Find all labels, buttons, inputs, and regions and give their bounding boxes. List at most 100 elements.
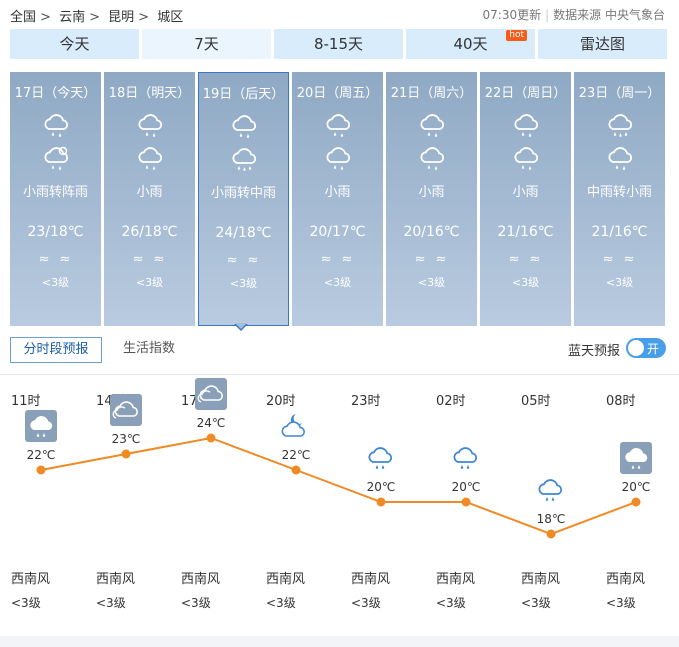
wind-icon: ≈≈ — [508, 252, 551, 267]
light-rain-icon — [386, 110, 477, 138]
wind-level: <3级 — [266, 596, 296, 610]
wind-icon: ≈≈ — [226, 253, 269, 268]
moderate-rain-icon — [199, 144, 288, 172]
hour-temperature: 18℃ — [536, 512, 566, 526]
update-info: 07:30更新 | 数据来源 中央气象台 — [482, 8, 665, 22]
hourly-forecast: 11时22℃西南风<3级14时23℃西南风<3级17时24℃西南风<3级20时2… — [0, 378, 679, 630]
wind-level: <3级 — [606, 596, 636, 610]
seven-day-forecast: 17日（今天） 小雨转阵雨 23/18℃ ≈≈ <3级 18日（明天） 小雨 26/18℃ ≈≈… — [10, 72, 667, 326]
wind-level: <3级 — [605, 276, 634, 289]
day-card[interactable]: 20日（周五） 小雨 20/17℃ ≈≈ <3级 — [292, 72, 383, 326]
night-cloudy-icon — [280, 410, 312, 442]
hour-label: 23时 — [351, 394, 381, 409]
tab-radar[interactable]: 雷达图 — [538, 29, 667, 59]
light-rain-icon — [480, 143, 571, 171]
tab-40-days[interactable]: 40天 hot — [406, 29, 535, 59]
day-label: 17日（今天） — [14, 86, 97, 101]
data-source: 数据来源 中央气象台 — [553, 8, 665, 22]
temperature-range: 21/16℃ — [591, 224, 648, 240]
rain-cloud-icon — [620, 442, 652, 474]
breadcrumb-province[interactable]: 云南 — [59, 10, 85, 25]
weather-description: 中雨转小雨 — [586, 185, 652, 200]
temperature-range: 20/16℃ — [403, 224, 460, 240]
light-rain-icon — [292, 110, 383, 138]
hour-temperature: 20℃ — [621, 480, 651, 494]
light-rain-icon — [386, 143, 477, 171]
wind-level: <3级 — [521, 596, 551, 610]
wind-icon: ≈≈ — [414, 252, 457, 267]
update-time: 07:30更新 — [482, 8, 542, 22]
hot-badge: hot — [506, 30, 527, 41]
hour-temperature: 22℃ — [281, 448, 311, 462]
wind-direction: 西南风 — [606, 572, 646, 587]
breadcrumb-separator: > — [89, 10, 100, 25]
hour-label: 20时 — [266, 394, 296, 409]
wind-level: <3级 — [135, 276, 164, 289]
tab-40-days-label: 40天 — [453, 35, 488, 53]
day-card[interactable]: 22日（周日） 小雨 21/16℃ ≈≈ <3级 — [480, 72, 571, 326]
light-rain-icon — [365, 442, 397, 474]
wind-direction: 西南风 — [436, 572, 476, 587]
light-rain-icon — [535, 474, 567, 506]
tab-hourly-forecast[interactable]: 分时段预报 — [10, 337, 102, 363]
breadcrumb-separator: > — [138, 10, 150, 25]
top-bar: 全国 > 云南 > 昆明 > 城区 07:30更新 | 数据来源 中央气象台 — [0, 0, 679, 28]
day-card[interactable]: 18日（明天） 小雨 26/18℃ ≈≈ <3级 — [104, 72, 195, 326]
wind-direction: 西南风 — [11, 572, 51, 587]
hour-label: 08时 — [606, 394, 636, 409]
wind-level: <3级 — [41, 276, 70, 289]
tab-8-15-days[interactable]: 8-15天 — [274, 29, 403, 59]
blue-sky-toggle[interactable]: 开 — [626, 338, 666, 358]
light-rain-icon — [574, 143, 665, 171]
hour-label: 02时 — [436, 394, 466, 409]
hour-label: 11时 — [11, 394, 41, 409]
wind-direction: 西南风 — [351, 572, 391, 587]
bottom-band — [0, 636, 679, 647]
moderate-rain-icon — [574, 110, 665, 138]
temperature-range: 21/16℃ — [497, 224, 554, 240]
light-rain-icon — [104, 110, 195, 138]
wind-direction: 西南风 — [181, 572, 221, 587]
overcast-icon — [110, 394, 142, 426]
wind-icon: ≈≈ — [320, 252, 363, 267]
wind-direction: 西南风 — [521, 572, 561, 587]
light-rain-icon — [450, 442, 482, 474]
weather-description: 小雨 — [418, 185, 445, 200]
day-card[interactable]: 23日（周一） 中雨转小雨 21/16℃ ≈≈ <3级 — [574, 72, 665, 326]
wind-level: <3级 — [511, 276, 540, 289]
forecast-tabs: 今天 7天 8-15天 40天 hot 雷达图 — [10, 29, 667, 59]
hour-temperature: 24℃ — [196, 416, 226, 430]
weather-description: 小雨 — [324, 185, 351, 200]
breadcrumb-city[interactable]: 昆明 — [108, 10, 134, 25]
light-rain-icon — [480, 110, 571, 138]
day-card[interactable]: 17日（今天） 小雨转阵雨 23/18℃ ≈≈ <3级 — [10, 72, 101, 326]
day-label: 19日（后天） — [202, 87, 285, 102]
wind-icon: ≈≈ — [602, 252, 645, 267]
hour-temperature: 23℃ — [111, 432, 141, 446]
day-label: 18日（明天） — [108, 86, 191, 101]
day-label: 21日（周六） — [390, 86, 473, 101]
light-rain-icon — [199, 111, 288, 139]
tab-life-index[interactable]: 生活指数 — [123, 337, 175, 361]
blue-sky-forecast-label: 蓝天预报 — [568, 344, 621, 359]
wind-level: <3级 — [96, 596, 126, 610]
day-label: 20日（周五） — [296, 86, 379, 101]
rain-cloud-icon — [25, 410, 57, 442]
breadcrumb-country[interactable]: 全国 — [10, 10, 36, 25]
tab-7-days[interactable]: 7天 — [142, 29, 271, 59]
breadcrumb-separator: > — [40, 10, 51, 25]
weather-description: 小雨转阵雨 — [22, 185, 88, 200]
wind-level: <3级 — [351, 596, 381, 610]
tab-today[interactable]: 今天 — [10, 29, 139, 59]
toggle-knob — [628, 340, 644, 356]
wind-level: <3级 — [229, 277, 258, 290]
day-card[interactable]: 21日（周六） 小雨 20/16℃ ≈≈ <3级 — [386, 72, 477, 326]
toggle-label: 开 — [647, 342, 660, 356]
light-rain-icon — [104, 143, 195, 171]
day-card[interactable]: 19日（后天） 小雨转中雨 24/18℃ ≈≈ <3级 — [198, 72, 289, 326]
light-rain-icon — [10, 110, 101, 138]
hour-temperature: 20℃ — [366, 480, 396, 494]
hour-label: 05时 — [521, 394, 551, 409]
temperature-range: 24/18℃ — [215, 225, 272, 241]
wind-direction: 西南风 — [96, 572, 136, 587]
